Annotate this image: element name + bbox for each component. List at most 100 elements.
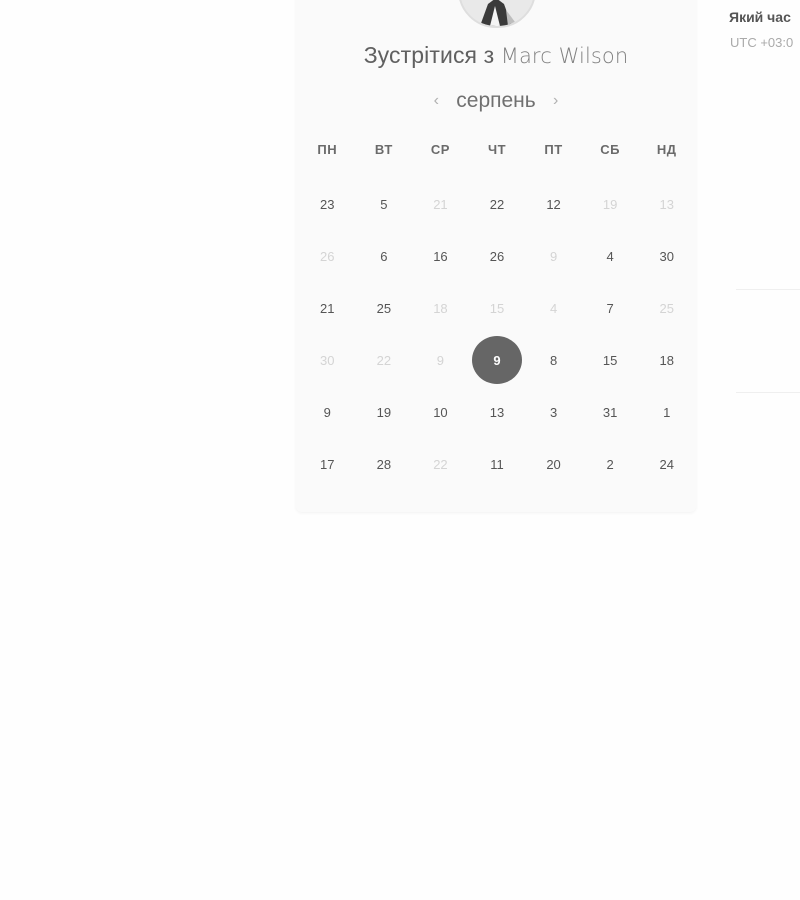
calendar-day-unavailable: 4 <box>525 282 582 334</box>
calendar-day[interactable]: 25 <box>356 282 413 334</box>
divider <box>736 289 800 290</box>
calendar-day-number: 16 <box>433 248 448 264</box>
calendar-day-number: 9 <box>549 248 558 264</box>
calendar-day-number: 26 <box>489 248 505 264</box>
calendar-day[interactable]: 21 <box>299 282 356 334</box>
calendar-day-unavailable: 13 <box>638 178 695 230</box>
calendar-day-unavailable: 25 <box>638 282 695 334</box>
calendar-day-number: 5 <box>380 196 388 212</box>
booking-page: Зустрітися з Marc Wilson ‹ серпень › ПН … <box>0 0 800 900</box>
calendar-day-number: 21 <box>320 300 335 316</box>
calendar-day[interactable]: 6 <box>356 230 413 282</box>
calendar-day-number: 4 <box>549 300 558 316</box>
chevron-right-icon[interactable]: › <box>546 92 566 110</box>
calendar-day[interactable]: 30 <box>638 230 695 282</box>
month-label: серпень <box>456 89 536 112</box>
calendar-day-unavailable: 26 <box>299 230 356 282</box>
calendar-day[interactable]: 12 <box>525 178 582 230</box>
calendar-day[interactable]: 16 <box>412 230 469 282</box>
calendar-day-unavailable: 9 <box>525 230 582 282</box>
calendar-day[interactable]: 18 <box>638 334 695 386</box>
calendar-day-number: 23 <box>320 196 335 212</box>
calendar-day[interactable]: 26 <box>469 230 526 282</box>
calendar-day-number: 11 <box>490 456 504 472</box>
weekday-label: ПН <box>317 142 338 157</box>
calendar-day-unavailable: 22 <box>412 438 469 490</box>
calendar-day-number: 22 <box>489 196 505 212</box>
calendar-day-unavailable: 19 <box>582 178 639 230</box>
calendar-day[interactable]: 28 <box>356 438 413 490</box>
calendar-day-number: 19 <box>602 196 618 212</box>
calendar-day-number: 30 <box>659 248 674 264</box>
weekday-label: ВТ <box>374 142 393 157</box>
calendar-day[interactable]: 22 <box>469 178 526 230</box>
weekday-label: ЧТ <box>487 142 507 157</box>
calendar-day-number: 28 <box>376 456 392 472</box>
calendar-day[interactable]: 9 <box>299 386 356 438</box>
title-prefix: Зустрітися з <box>363 42 495 68</box>
calendar-day[interactable]: 4 <box>582 230 639 282</box>
calendar-day-number: 26 <box>320 248 335 264</box>
calendar-day[interactable]: 5 <box>356 178 413 230</box>
calendar-day[interactable]: 15 <box>582 334 639 386</box>
calendar-day-number: 25 <box>376 300 392 316</box>
calendar-day-number: 1 <box>663 404 671 420</box>
calendar-day-unavailable: 18 <box>412 282 469 334</box>
calendar-day[interactable]: 8 <box>525 334 582 386</box>
calendar-day-number: 9 <box>323 404 331 420</box>
calendar-day-number: 30 <box>320 352 335 368</box>
calendar-day-number: 8 <box>549 352 558 368</box>
divider <box>736 392 800 393</box>
calendar-day[interactable]: 3 <box>525 386 582 438</box>
calendar-day-number: 4 <box>606 248 614 264</box>
calendar-day-number: 13 <box>489 404 505 420</box>
calendar-day-number: 9 <box>471 336 522 384</box>
calendar-day-number: 15 <box>602 352 618 368</box>
calendar-day-number: 2 <box>606 456 614 472</box>
calendar-day-number: 25 <box>659 300 674 316</box>
calendar-day-number: 22 <box>376 352 392 368</box>
calendar-day[interactable]: 19 <box>356 386 413 438</box>
month-navigation: ‹ серпень › <box>296 86 696 116</box>
weekday-label: ПТ <box>544 142 563 157</box>
calendar-day-number: 19 <box>376 404 392 420</box>
calendar-day-number: 13 <box>659 196 674 212</box>
calendar-day-number: 15 <box>489 300 505 316</box>
timezone-question: Який час <box>729 9 791 25</box>
calendar-day[interactable]: 2 <box>582 438 639 490</box>
calendar-day[interactable]: 13 <box>469 386 526 438</box>
calendar-day-number: 18 <box>433 300 448 316</box>
calendar-day-number: 10 <box>433 404 448 420</box>
timezone-selector[interactable]: UTC +03:0 <box>730 35 793 50</box>
calendar-day[interactable]: 20 <box>525 438 582 490</box>
calendar-day-unavailable: 30 <box>299 334 356 386</box>
calendar-day[interactable]: 7 <box>582 282 639 334</box>
calendar-day[interactable]: 24 <box>638 438 695 490</box>
weekday-label: СР <box>430 142 450 157</box>
calendar-day-number: 12 <box>546 196 561 212</box>
calendar-day-number: 24 <box>659 456 674 472</box>
calendar-day-number: 7 <box>606 300 614 316</box>
calendar-day-unavailable: 21 <box>412 178 469 230</box>
chevron-left-icon[interactable]: ‹ <box>426 92 446 110</box>
calendar-day-number: 20 <box>546 456 561 472</box>
calendar-day[interactable]: 1 <box>638 386 695 438</box>
calendar-day-number: 17 <box>320 456 335 472</box>
calendar-day[interactable]: 10 <box>412 386 469 438</box>
weekday-header: ПН ВТ СР ЧТ ПТ СБ НД <box>299 142 695 157</box>
weekday-label: СБ <box>600 142 620 157</box>
calendar-day[interactable]: 23 <box>299 178 356 230</box>
host-name: Marc Wilson <box>500 44 629 68</box>
page-title: Зустрітися з Marc Wilson <box>296 42 696 69</box>
calendar-day-selected[interactable]: 9 <box>469 334 526 386</box>
calendar-day[interactable]: 31 <box>582 386 639 438</box>
calendar-day-number: 3 <box>549 404 558 420</box>
calendar-day-number: 9 <box>436 352 445 368</box>
calendar-day[interactable]: 11 <box>469 438 526 490</box>
calendar-day-unavailable: 22 <box>356 334 413 386</box>
calendar-day-unavailable: 15 <box>469 282 526 334</box>
calendar-grid: 23 5 21 22 12 19 13 26 6 16 26 9 4 30 21 25 18 15 4 7 25 30 22… <box>299 178 695 490</box>
calendar-day-number: 31 <box>602 404 618 420</box>
calendar-day[interactable]: 17 <box>299 438 356 490</box>
calendar-day-number: 6 <box>380 248 388 264</box>
